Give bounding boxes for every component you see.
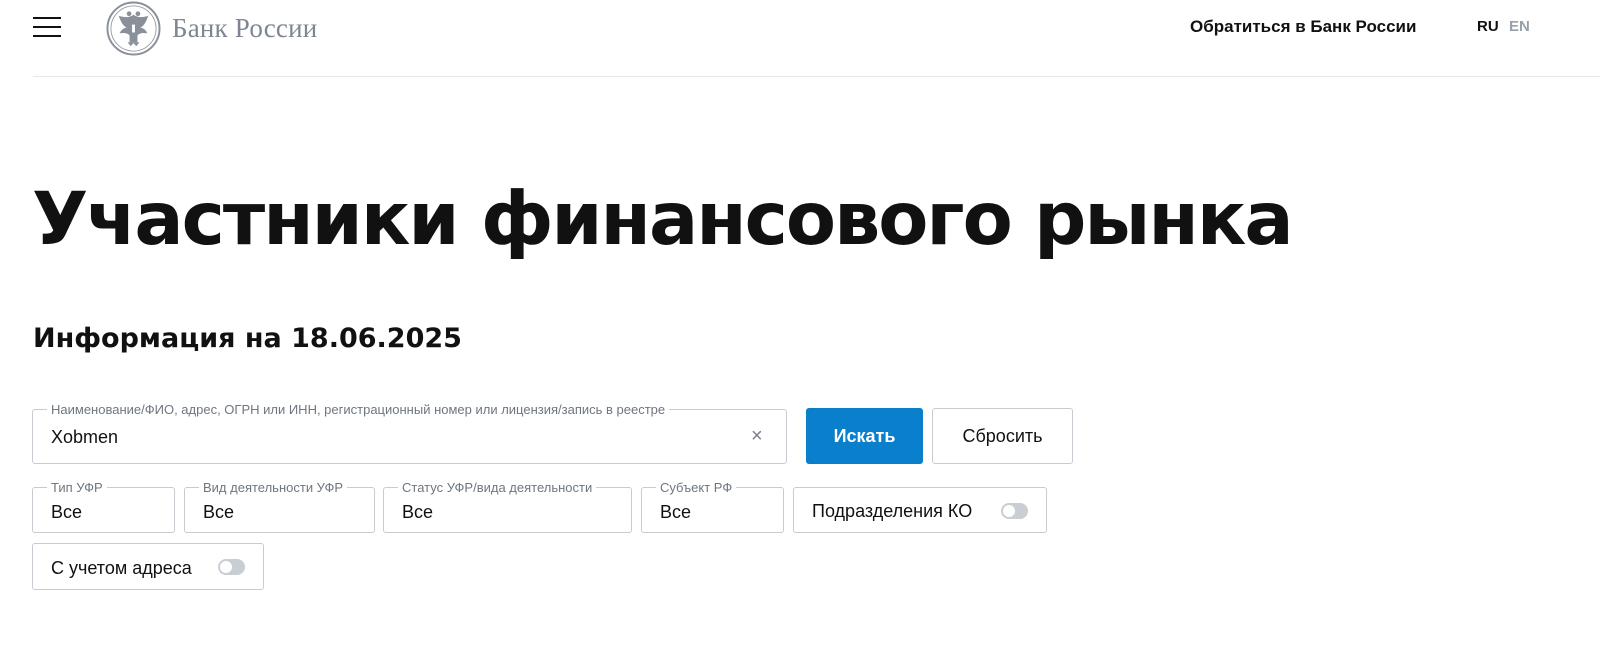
filter-label: Вид деятельности УФР [199,480,348,495]
site-header: Банк России Обратиться в Банк России RU … [0,0,1600,78]
filter-label: Тип УФР [47,480,107,495]
search-input[interactable]: Наименование/ФИО, адрес, ОГРН или ИНН, р… [32,402,787,464]
filter-label: Субъект РФ [656,480,737,495]
menu-icon[interactable] [33,17,61,37]
toggle-switch[interactable] [1001,503,1028,519]
filter-value: Все [402,502,434,522]
filter-region-select[interactable]: Субъект РФ Все [641,480,784,533]
contact-bank-link[interactable]: Обратиться в Банк России [1190,17,1416,37]
toggle-label: Подразделения КО [812,501,973,521]
filter-value: Все [660,502,692,522]
filter-value: Все [51,502,83,522]
filter-status-select[interactable]: Статус УФР/вида деятельности Все [383,480,632,533]
toggle-label: С учетом адреса [51,558,192,578]
clear-icon[interactable]: × [751,425,763,448]
address-toggle[interactable]: С учетом адреса [32,543,264,590]
branches-toggle[interactable]: Подразделения КО [793,487,1047,533]
language-en[interactable]: EN [1509,18,1530,35]
filter-activity-type-select[interactable]: Вид деятельности УФР Все [184,480,375,533]
filter-label: Статус УФР/вида деятельности [398,480,597,495]
language-ru[interactable]: RU [1477,18,1499,35]
search-input-value: Xobmen [51,427,119,447]
logo-text: Банк России [172,12,318,43]
page-title: Участники финансового рынка [32,177,1294,262]
reset-button[interactable]: Сбросить [932,408,1073,464]
search-button[interactable]: Искать [806,408,923,464]
filter-ufr-type-select[interactable]: Тип УФР Все [32,480,175,533]
filter-value: Все [203,502,235,522]
info-date-heading: Информация на 18.06.2025 [33,323,462,354]
header-divider [33,76,1600,77]
toggle-switch[interactable] [218,559,245,575]
double-eagle-emblem-icon [106,0,161,56]
bank-logo[interactable]: Банк России [106,0,317,56]
search-input-label: Наименование/ФИО, адрес, ОГРН или ИНН, р… [47,402,670,417]
